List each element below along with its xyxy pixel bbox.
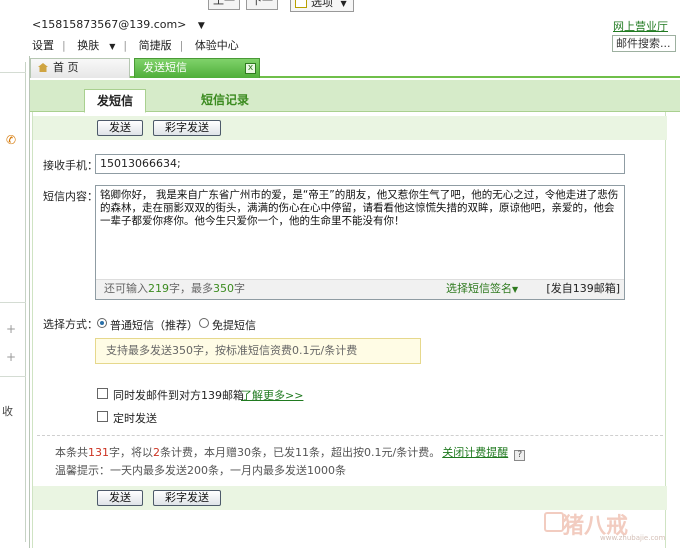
- section-divider: [37, 435, 663, 436]
- sidebar-divider: [0, 302, 26, 303]
- main-content: 发短信 短信记录 发送 彩字发送 接收手机： 15013066634; 短信内容…: [30, 80, 680, 548]
- home-icon: [38, 63, 48, 72]
- tab-bar: 首 页 发送短信 x: [30, 56, 680, 78]
- signature-select-label: 选择短信签名: [446, 282, 512, 295]
- sync-mail-checkbox[interactable]: [97, 388, 108, 399]
- summary-char-count: 131: [88, 446, 109, 459]
- options-button[interactable]: 选项 ▼: [290, 0, 354, 12]
- billing-tip: 支持最多发送350字，按标准短信资费0.1元/条计费: [95, 338, 421, 364]
- summary-sms-count: 2: [153, 446, 160, 459]
- billing-summary: 本条共131字，将以2条计费，本月赠30条，已发11条，超出按0.1元/条计费。…: [55, 444, 526, 461]
- expand-plus-icon[interactable]: +: [6, 322, 16, 336]
- tab-send-sms[interactable]: 发送短信 x: [134, 58, 260, 78]
- send-limit-hint: 温馨提示：一天内最多发送200条，一月内最多发送1000条: [55, 464, 346, 477]
- char-counter: 还可输入219字，最多350字: [104, 280, 245, 298]
- tab-home-label: 首 页: [53, 61, 79, 74]
- timed-send-checkbox[interactable]: [97, 411, 108, 422]
- options-label: 选项: [311, 0, 333, 9]
- menu-divider: |: [62, 39, 66, 52]
- watermark-url: www.zhubajie.com: [600, 534, 666, 542]
- sync-mail-label[interactable]: 同时发邮件到对方139邮箱: [113, 387, 244, 403]
- color-send-button[interactable]: 彩字发送: [153, 490, 221, 506]
- menu-divider: |: [179, 39, 184, 52]
- sub-tab-bar: 发短信 短信记录: [30, 80, 680, 113]
- sidebar-divider: [0, 376, 26, 377]
- remaining-chars: 219: [148, 282, 169, 295]
- sidebar-divider: [0, 72, 26, 73]
- chevron-down-icon: ▼: [109, 42, 116, 51]
- phone-icon[interactable]: ✆: [6, 133, 16, 147]
- send-button[interactable]: 发送: [97, 490, 143, 506]
- menu-divider: |: [123, 39, 128, 52]
- expand-plus-icon[interactable]: +: [6, 350, 16, 364]
- sms-form-pane: 发送 彩字发送 接收手机： 15013066634; 短信内容： 铭卿你好， 我…: [32, 112, 667, 548]
- menu-skin-label: 换肤: [77, 39, 100, 52]
- menu-experience-center[interactable]: 体验中心: [195, 39, 239, 52]
- char-counter-mid: 字，最多: [169, 282, 213, 295]
- chevron-down-icon: ▼: [197, 21, 205, 31]
- close-icon[interactable]: x: [245, 63, 256, 74]
- sent-from-tag: [发自139邮箱]: [546, 282, 620, 295]
- sms-content-text: 铭卿你好， 我是来自广东省广州市的爱，是“帝王”的朋友，他又惹你生气了吧，他的无…: [100, 189, 619, 227]
- site-watermark: 猪八戒 www.zhubajie.com: [544, 508, 674, 544]
- browser-toolbar-fragment: 工一 下一 选项 ▼: [0, 0, 680, 16]
- sidebar-fold-label[interactable]: 收: [2, 403, 13, 419]
- method-label: 选择方式：: [43, 318, 98, 331]
- menu-simple-version[interactable]: 简捷版: [139, 39, 172, 52]
- recipient-phone-input[interactable]: 15013066634;: [95, 154, 625, 174]
- summary-text: 条计费，本月赠30条，已发11条，超出按0.1元/条计费。: [160, 446, 441, 459]
- tab-sms-records[interactable]: 短信记录: [190, 89, 260, 113]
- tab-home[interactable]: 首 页: [30, 58, 130, 78]
- menu-skin[interactable]: 换肤 ▼: [77, 39, 115, 52]
- char-counter-prefix: 还可输入: [104, 282, 148, 295]
- menu-settings[interactable]: 设置: [32, 39, 54, 52]
- summary-text: 本条共: [55, 446, 88, 459]
- help-icon[interactable]: ?: [514, 450, 526, 461]
- chevron-down-icon: ▼: [512, 285, 519, 294]
- mail-search-input[interactable]: 邮件搜索...: [612, 35, 676, 52]
- close-billing-reminder-link[interactable]: 关闭计费提醒: [442, 446, 508, 459]
- max-chars: 350: [213, 282, 234, 295]
- top-menu: 设置 | 换肤 ▼ | 简捷版 | 体验中心: [32, 37, 247, 53]
- online-hall-link[interactable]: 网上营业厅: [613, 18, 668, 34]
- tab-send-sms-label: 发送短信: [143, 61, 187, 74]
- sms-content-footer: 还可输入219字，最多350字 选择短信签名▼ [发自139邮箱]: [96, 279, 624, 299]
- method-normal-label[interactable]: 普通短信（推荐）: [110, 317, 198, 333]
- timed-send-label[interactable]: 定时发送: [113, 410, 157, 426]
- account-switcher[interactable]: <15815873567@139.com> ▼: [32, 18, 205, 31]
- top-button-row: 发送 彩字发送: [33, 116, 667, 140]
- method-free-radio[interactable]: [199, 318, 209, 328]
- tab-send-sms-form[interactable]: 发短信: [84, 89, 146, 113]
- send-button[interactable]: 发送: [97, 120, 143, 136]
- sms-content-textarea[interactable]: 铭卿你好， 我是来自广东省广州市的爱，是“帝王”的朋友，他又惹你生气了吧，他的无…: [95, 185, 625, 300]
- signature-select[interactable]: 选择短信签名▼: [446, 280, 518, 299]
- learn-more-link[interactable]: 了解更多>>: [241, 387, 303, 403]
- recipient-label: 接收手机：: [43, 159, 98, 172]
- char-counter-suffix: 字: [234, 282, 245, 295]
- pencil-icon: [295, 0, 307, 8]
- watermark-logo: [544, 512, 564, 532]
- method-free-label[interactable]: 免提短信: [212, 317, 256, 333]
- color-send-button[interactable]: 彩字发送: [153, 120, 221, 136]
- method-normal-radio[interactable]: [97, 318, 107, 328]
- left-sidebar: ✆ + + 收: [0, 56, 30, 548]
- account-email: <15815873567@139.com>: [32, 18, 187, 31]
- toolbar-fragment-left[interactable]: 工一: [208, 0, 240, 10]
- app-header: <15815873567@139.com> ▼ 设置 | 换肤 ▼ | 简捷版 | 体验…: [0, 16, 680, 56]
- chevron-down-icon: ▼: [340, 0, 347, 8]
- summary-text: 字，将以: [109, 446, 153, 459]
- toolbar-fragment-right[interactable]: 下一: [246, 0, 278, 10]
- bottom-button-row: 发送 彩字发送: [33, 486, 667, 510]
- content-label: 短信内容：: [43, 190, 98, 203]
